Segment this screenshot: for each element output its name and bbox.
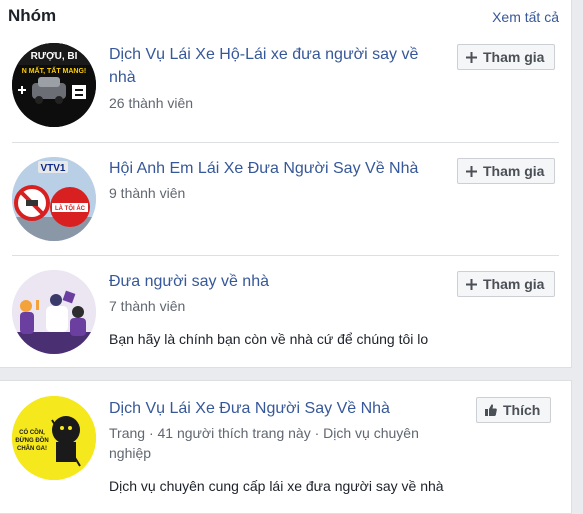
page-description: Dịch vụ chuyên cung cấp lái xe đưa người…	[109, 478, 444, 494]
group-row: Đưa người say về nhà 7 thành viên Bạn hã…	[0, 268, 572, 364]
group-name[interactable]: Đưa người say về nhà	[109, 270, 269, 293]
group-avatar-image: VTV1 LÀ TỘI ÁC	[12, 157, 96, 241]
thumbs-up-icon	[485, 404, 497, 416]
divider	[12, 142, 559, 143]
group-avatar-image	[12, 270, 96, 354]
join-button-label: Tham gia	[483, 163, 545, 179]
join-button-label: Tham gia	[483, 276, 545, 292]
plus-icon	[466, 51, 477, 63]
page-card: CÓ CỒN, ĐỪNG ĐỒN CHÂN GA! Dịch Vụ Lái Xe…	[0, 380, 572, 514]
svg-text:CHÂN GA!: CHÂN GA!	[17, 445, 47, 452]
page-meta: Trang · 41 người thích trang này · Dịch …	[109, 423, 419, 463]
see-all-link[interactable]: Xem tất cả	[492, 9, 559, 25]
join-group-button[interactable]: Tham gia	[457, 44, 556, 70]
group-row: RƯỢU, BI N MẤT, TẤT MANG! Dịch Vụ Lái Xe…	[0, 40, 572, 144]
page-avatar-image: CÓ CỒN, ĐỪNG ĐỒN CHÂN GA!	[12, 396, 96, 480]
page-meta-line: Trang · 41 người thích trang này · Dịch …	[109, 425, 419, 441]
member-count: 9 thành viên	[109, 185, 186, 201]
group-row: VTV1 LÀ TỘI ÁC Hội Anh Em Lái Xe Đưa Ngư…	[0, 155, 572, 255]
groups-card: Nhóm Xem tất cả RƯỢU, BI N MẤT, TẤT MANG…	[0, 0, 572, 368]
page-avatar[interactable]: CÓ CỒN, ĐỪNG ĐỒN CHÂN GA!	[12, 396, 96, 480]
divider	[12, 255, 559, 256]
like-button-label: Thích	[503, 402, 541, 418]
join-button-label: Tham gia	[483, 49, 545, 65]
group-avatar[interactable]: RƯỢU, BI N MẤT, TẤT MANG!	[12, 43, 96, 127]
avatar-text-top: RƯỢU, BI	[31, 51, 78, 62]
group-name-line: nhà	[109, 69, 136, 86]
group-name[interactable]: Hội Anh Em Lái Xe Đưa Người Say Về Nhà	[109, 157, 418, 180]
avatar-sign: LÀ TỘI ÁC	[55, 204, 86, 212]
member-count: 7 thành viên	[109, 298, 186, 314]
avatar-badge: VTV1	[40, 163, 65, 174]
svg-text:CÓ CỒN,: CÓ CỒN,	[19, 428, 45, 436]
group-avatar[interactable]: VTV1 LÀ TỘI ÁC	[12, 157, 96, 241]
section-title: Nhóm	[8, 6, 57, 25]
join-group-button[interactable]: Tham gia	[457, 158, 556, 184]
member-count: 26 thành viên	[109, 95, 194, 111]
group-name[interactable]: Dịch Vụ Lái Xe Hộ-Lái xe đưa người say v…	[109, 43, 418, 89]
group-avatar[interactable]	[12, 270, 96, 354]
page-meta-line: nghiệp	[109, 445, 152, 461]
plus-icon	[466, 165, 477, 177]
group-avatar-image: RƯỢU, BI N MẤT, TẤT MANG!	[12, 43, 96, 127]
svg-text:ĐỪNG ĐỒN: ĐỪNG ĐỒN	[15, 437, 48, 444]
group-description: Bạn hãy là chính bạn còn về nhà cứ để ch…	[109, 331, 429, 347]
join-group-button[interactable]: Tham gia	[457, 271, 556, 297]
group-name-line: Dịch Vụ Lái Xe Hộ-Lái xe đưa người say v…	[109, 46, 419, 63]
page-name[interactable]: Dịch Vụ Lái Xe Đưa Người Say Về Nhà	[109, 397, 390, 420]
plus-icon	[466, 278, 477, 290]
like-page-button[interactable]: Thích	[476, 397, 552, 423]
